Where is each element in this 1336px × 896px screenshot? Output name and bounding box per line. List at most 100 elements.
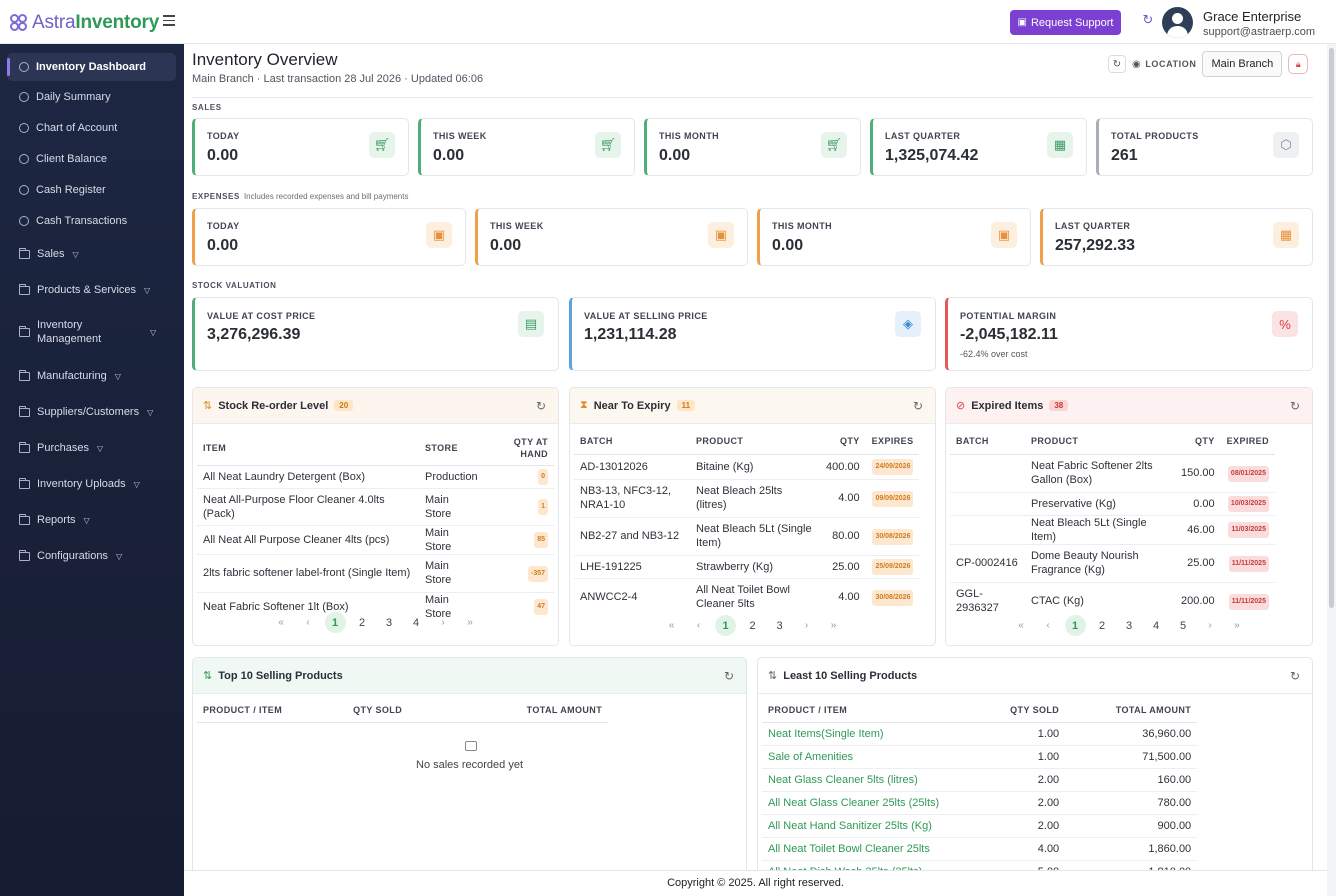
refresh-icon[interactable]: ↻ <box>1141 13 1155 27</box>
menu-toggle-icon[interactable] <box>163 15 175 26</box>
reorder-header: ⇅ Stock Re-order Level 20 ↻ <box>193 388 558 424</box>
sidebar-item-cash-transactions[interactable]: Cash Transactions <box>7 207 176 235</box>
avatar[interactable] <box>1162 7 1193 38</box>
sales-week-card: THIS WEEK 0.00 🛒︎ <box>418 118 635 176</box>
expired-items-panel: ⊘ Expired Items 38 ↻ BATCH PRODUCT QTY EXPI… <box>945 387 1313 646</box>
page-button[interactable]: 1 <box>1064 615 1086 636</box>
expenses-week-card: THIS WEEK 0.00 ▣ <box>475 208 748 266</box>
expired-items-header: ⊘ Expired Items 38 ↻ <box>946 388 1312 424</box>
table-row[interactable]: ANWCC2-4 All Neat Toilet Bowl Cleaner 5lt… <box>574 578 919 616</box>
page-button[interactable]: 4 <box>1146 615 1167 636</box>
table-row[interactable]: NB2-27 and NB3-12 Neat Bleach 5Lt (Single… <box>574 517 920 556</box>
request-support-button[interactable]: ▣ Request Support <box>1010 10 1121 35</box>
sidebar-item-suppliers-customers[interactable]: Suppliers/Customers ▽ <box>7 398 176 426</box>
expenses-section-label: EXPENSES Includes recorded expenses and b… <box>192 192 409 201</box>
table-row[interactable]: Neat Bleach 5Lt (Single Item) 46.00 11/03/… <box>950 515 1275 545</box>
folder-icon <box>19 441 30 453</box>
first-page-button[interactable]: « <box>661 615 682 636</box>
sidebar-item-daily-summary[interactable]: Daily Summary <box>7 83 176 111</box>
table-row[interactable]: All Neat Laundry Detergent (Box) Producti… <box>197 465 554 489</box>
hourglass-icon: ⧗ <box>580 399 588 411</box>
scrollbar[interactable] <box>1327 44 1336 896</box>
sidebar-item-purchases[interactable]: Purchases ▽ <box>7 434 176 462</box>
next-page-button[interactable]: › <box>796 615 817 636</box>
prev-page-button[interactable]: ‹ <box>1038 615 1059 636</box>
page-button[interactable]: 5 <box>1173 615 1194 636</box>
table-row[interactable]: Preservative (Kg) 0.00 10/03/2025 <box>950 492 1275 516</box>
table-row[interactable]: AD-13012026 Bitaine (Kg) 400.00 24/09/2026 <box>574 454 920 480</box>
chevron-down-icon: ▽ <box>150 327 157 337</box>
location-select[interactable]: Main Branch <box>1202 51 1283 77</box>
main-content: Inventory Overview Main Branch · Last tr… <box>184 44 1327 870</box>
folder-icon <box>19 283 30 295</box>
refresh-icon[interactable]: ↻ <box>913 399 923 413</box>
folder-icon <box>19 513 30 525</box>
refresh-icon[interactable]: ↻ <box>1290 399 1300 413</box>
prev-page-button[interactable]: ‹ <box>298 612 319 633</box>
table-row[interactable]: All Neat All Purpose Cleaner 4lts (pcs) M… <box>197 525 554 555</box>
page-button[interactable]: 3 <box>379 612 400 633</box>
sidebar-item-inventory-management[interactable]: Inventory Management ▽ <box>7 314 176 350</box>
next-page-button[interactable]: › <box>433 612 454 633</box>
page-button[interactable]: 2 <box>352 612 373 633</box>
page-button[interactable]: 2 <box>742 615 763 636</box>
page-button[interactable]: 1 <box>715 615 736 636</box>
prev-page-button[interactable]: ‹ <box>688 615 709 636</box>
cost-value-card: VALUE AT COST PRICE 3,276,296.39 ▤ <box>192 297 559 371</box>
sidebar-item-chart-of-account[interactable]: Chart of Account <box>7 114 176 142</box>
table-row[interactable]: All Neat Dish Wash 25lts (25lts)5.001,81… <box>762 860 1198 870</box>
refresh-icon[interactable]: ↻ <box>1290 669 1300 683</box>
sidebar-item-configurations[interactable]: Configurations ▽ <box>7 542 176 570</box>
sidebar-item-inventory-uploads[interactable]: Inventory Uploads ▽ <box>7 470 176 498</box>
sidebar-item-inventory-dashboard[interactable]: Inventory Dashboard <box>7 53 176 81</box>
sidebar-item-cash-register[interactable]: Cash Register <box>7 176 176 204</box>
table-row[interactable]: CP-0002416 Dome Beauty Nourish Fragrance … <box>950 544 1275 583</box>
page-button[interactable]: 3 <box>769 615 790 636</box>
page-button[interactable]: 2 <box>1092 615 1113 636</box>
page-button[interactable]: 1 <box>324 612 346 633</box>
cash-icon: ▣ <box>426 222 452 248</box>
top-selling-table: PRODUCT / ITEM QTY SOLD TOTAL AMOUNT <box>197 698 609 723</box>
last-page-button[interactable]: » <box>823 615 844 636</box>
sidebar-item-products-services[interactable]: Products & Services ▽ <box>7 276 176 304</box>
first-page-button[interactable]: « <box>271 612 292 633</box>
sidebar-item-reports[interactable]: Reports ▽ <box>7 506 176 534</box>
lock-icon[interactable]: 🔒︎ <box>1288 54 1309 74</box>
sort-desc-icon: ⇅ <box>203 670 213 682</box>
inbox-icon <box>465 741 477 751</box>
last-page-button[interactable]: » <box>460 612 481 633</box>
sort-icon: ⇅ <box>203 400 213 412</box>
table-row[interactable]: All Neat Glass Cleaner 25lts (25lts) 2.00… <box>762 791 1198 815</box>
sidebar-item-sales[interactable]: Sales ▽ <box>7 240 176 268</box>
table-row[interactable]: 2lts fabric softener label-front (Single… <box>197 554 554 593</box>
refresh-icon[interactable]: ↻ <box>724 669 734 683</box>
refresh-icon[interactable]: ↻ <box>536 399 546 413</box>
page-button[interactable]: 4 <box>406 612 427 633</box>
table-row[interactable]: Sale of Amenities 1.00 71,500.00 <box>762 745 1198 769</box>
table-row[interactable]: All Neat Hand Sanitizer 25lts (Kg) 2.00 90… <box>762 814 1198 838</box>
sidebar-item-client-balance[interactable]: Client Balance <box>7 145 176 173</box>
table-row[interactable]: Neat Fabric Softener 2lts Gallon (Box) 15… <box>950 454 1275 493</box>
page-button[interactable]: 3 <box>1119 615 1140 636</box>
next-page-button[interactable]: › <box>1200 615 1221 636</box>
folder-icon <box>19 369 30 381</box>
least-selling-header: ⇅ Least 10 Selling Products ↻ <box>758 658 1312 694</box>
table-row[interactable]: Neat All-Purpose Floor Cleaner 4.0lts (P… <box>197 488 554 526</box>
first-page-button[interactable]: « <box>1011 615 1032 636</box>
bank-icon: ▤ <box>518 311 544 337</box>
circle-icon <box>19 62 29 72</box>
table-row[interactable]: LHE-191225 Strawberry (Kg) 25.00 25/09/2026 <box>574 555 920 579</box>
ban-icon: ⊘ <box>956 400 966 412</box>
reorder-panel: ⇅ Stock Re-order Level 20 ↻ ITEM STORE QTY… <box>192 387 559 646</box>
sidebar-item-manufacturing[interactable]: Manufacturing ▽ <box>7 362 176 390</box>
last-page-button[interactable]: » <box>1227 615 1248 636</box>
chevron-down-icon: ▽ <box>147 407 154 417</box>
table-row[interactable]: All Neat Toilet Bowl Cleaner 25lts 4.00 1,… <box>762 837 1198 861</box>
refresh-icon[interactable]: ↻ <box>1108 55 1126 73</box>
table-row[interactable]: NB3-13, NFC3-12, NRA1-10 Neat Bleach 25lt… <box>574 479 920 518</box>
table-row[interactable]: Neat Items(Single Item) 1.00 36,960.00 <box>762 722 1198 746</box>
app-logo[interactable]: AstraInventory <box>10 12 159 34</box>
table-row[interactable]: Neat Glass Cleaner 5lts (litres) 2.00 160.… <box>762 768 1198 792</box>
pagination: « ‹ 1 2 3 › » <box>570 615 935 636</box>
pagination: « ‹ 1 2 3 4 5 › » <box>946 615 1312 636</box>
